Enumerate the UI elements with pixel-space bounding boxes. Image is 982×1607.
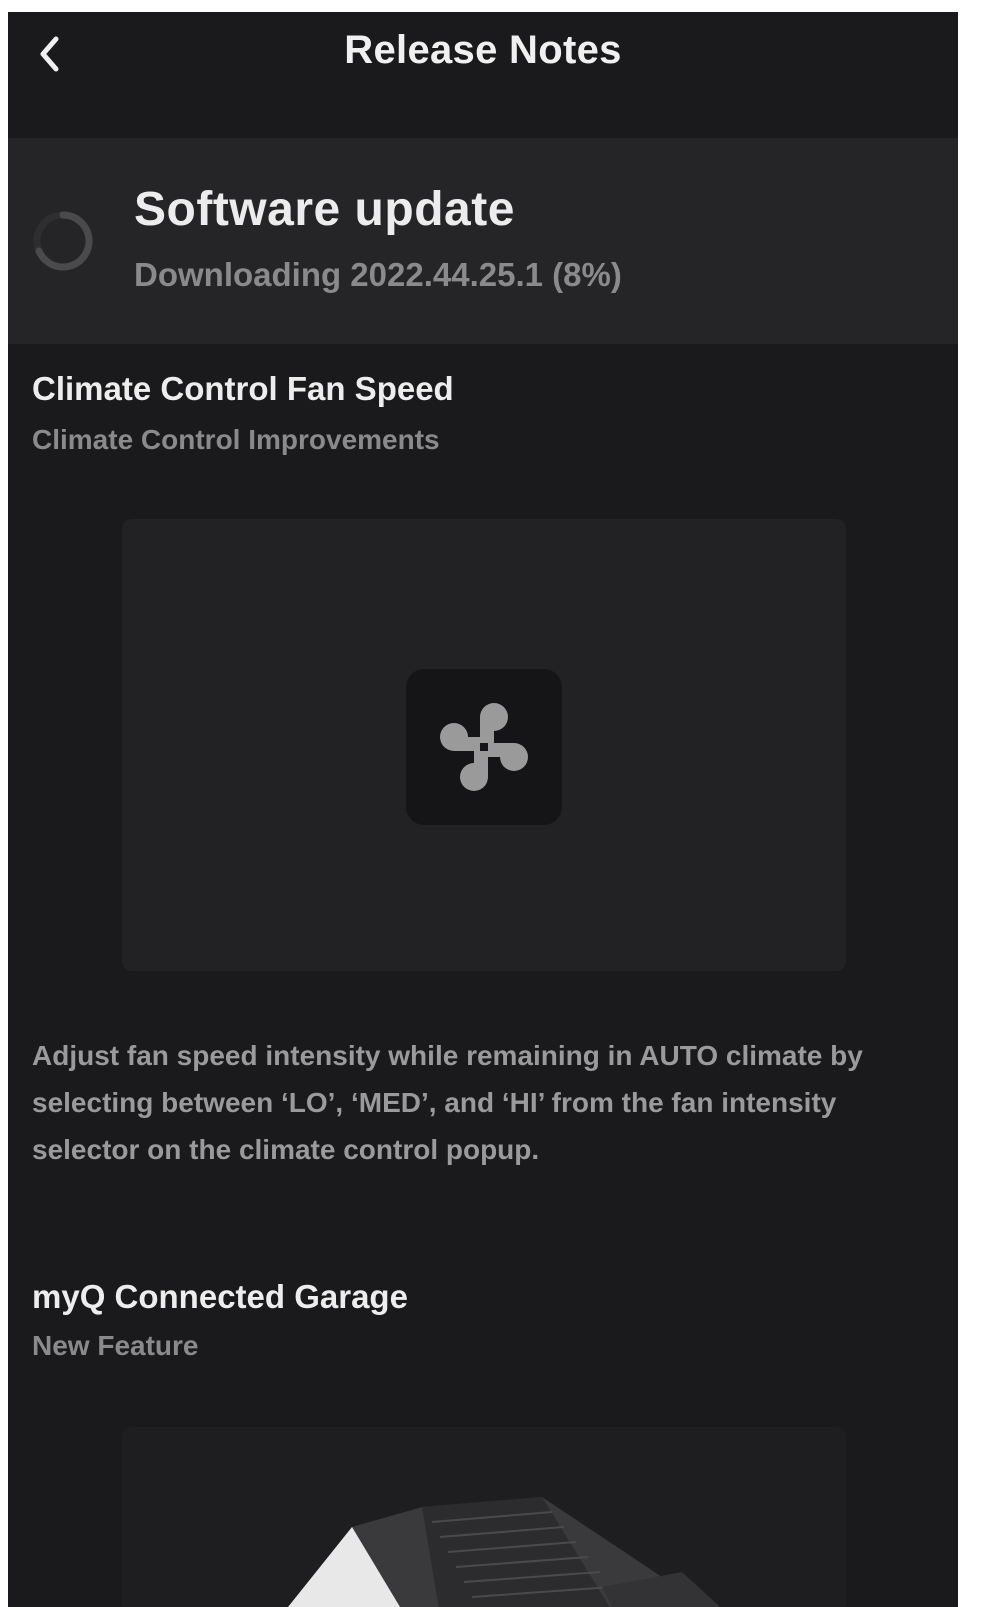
- fan-speed-description: Adjust fan speed intensity while remaini…: [32, 1040, 863, 1165]
- note-title-myq-garage: myQ Connected Garage: [32, 1278, 408, 1315]
- note-title-fan-speed: Climate Control Fan Speed: [32, 370, 454, 407]
- update-title: Software update: [134, 183, 515, 236]
- header-bar: Release Notes: [8, 12, 958, 138]
- software-update-banner[interactable]: Software update Downloading 2022.44.25.1…: [8, 138, 958, 344]
- fan-speed-media-card: [122, 519, 846, 971]
- myq-garage-media-card: [122, 1427, 846, 1607]
- release-notes-screen: Release Notes Software update Downloadin…: [8, 12, 958, 1607]
- garage-house-image: [288, 1497, 721, 1607]
- loading-spinner-icon: [33, 211, 93, 271]
- note-subtitle-fan-speed: Climate Control Improvements: [32, 424, 440, 455]
- note-subtitle-myq-garage: New Feature: [32, 1330, 199, 1361]
- update-status: Downloading 2022.44.25.1 (8%): [134, 256, 622, 293]
- fan-icon: [440, 703, 528, 791]
- page-title: Release Notes: [344, 28, 622, 72]
- fan-icon-tile: [406, 669, 562, 825]
